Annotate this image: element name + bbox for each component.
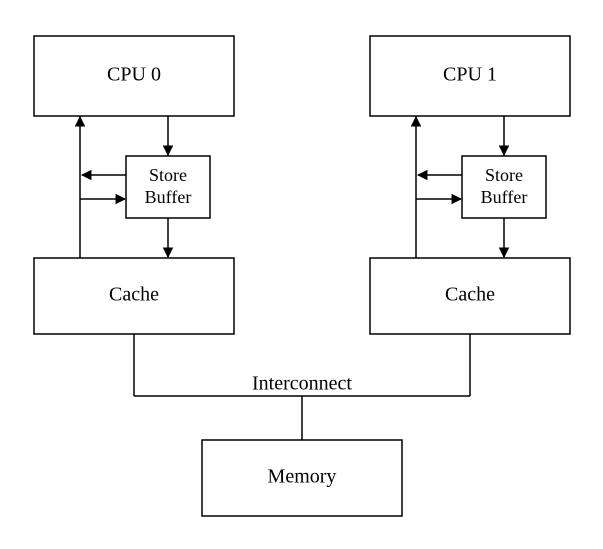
cache0-label: Cache — [109, 284, 159, 306]
cache1-label: Cache — [445, 284, 495, 306]
store-buffer1-label-b: Buffer — [481, 187, 528, 207]
memory-label: Memory — [268, 466, 337, 488]
store-buffer0-label-b: Buffer — [145, 187, 192, 207]
store-buffer1-label-a: Store — [485, 165, 523, 185]
cpu0-label: CPU 0 — [107, 64, 161, 86]
store-buffer0-label-a: Store — [149, 165, 187, 185]
interconnect-label: Interconnect — [252, 373, 352, 395]
cpu1-label: CPU 1 — [443, 64, 497, 86]
